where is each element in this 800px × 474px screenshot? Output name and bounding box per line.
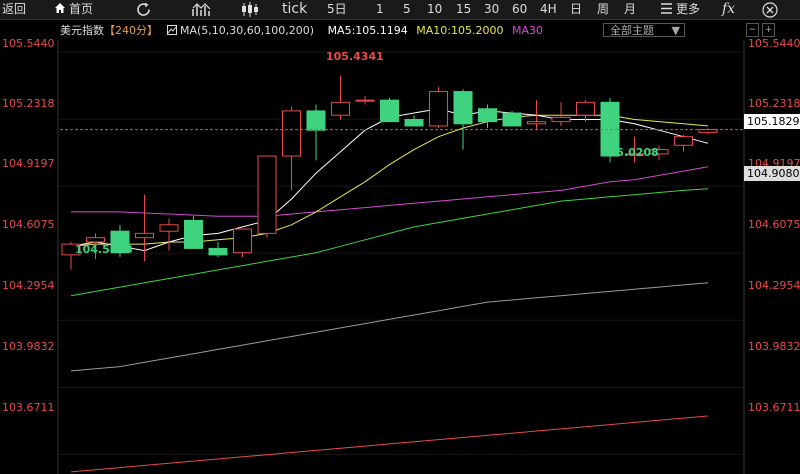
candle-up (135, 232, 154, 239)
more-button[interactable]: 更多 (660, 0, 700, 19)
period-day[interactable]: 日 (570, 0, 582, 19)
instrument-name: 美元指数 (60, 24, 104, 37)
candle-up (355, 99, 375, 102)
candle-up (576, 101, 595, 116)
theme-select[interactable]: 全部主题 ▼ (603, 23, 685, 37)
candle-up (282, 110, 301, 157)
period-5d[interactable]: 5日 (327, 0, 347, 19)
low-annotation-left: 104.5183 (75, 243, 133, 256)
home-label: 首页 (69, 2, 94, 16)
y-label-left: 104.9197 (2, 157, 55, 170)
current-price-tag: 105.1829 (744, 114, 800, 129)
candle-down (478, 108, 497, 123)
candle-down (184, 219, 203, 249)
menu-icon (661, 3, 672, 14)
candle-up (257, 155, 277, 234)
ma30-value: MA30 (512, 24, 544, 37)
kline-chart[interactable] (0, 0, 800, 474)
period-30m[interactable]: 30 (484, 0, 499, 19)
period-60m[interactable]: 60 (512, 0, 527, 19)
ma200-line (70, 415, 709, 473)
zoom-out-button[interactable]: − (746, 23, 759, 37)
theme-select-label: 全部主题 (610, 24, 654, 37)
period-10m[interactable]: 10 (427, 0, 442, 19)
chart-grid (58, 51, 744, 455)
period-1m[interactable]: 1 (376, 0, 384, 19)
ma10-value: MA10:105.2000 (416, 24, 504, 37)
home-button[interactable]: 首页 (54, 0, 93, 19)
period-15m[interactable]: 15 (456, 0, 471, 19)
more-label: 更多 (676, 2, 701, 16)
candle-down (380, 99, 399, 123)
candle-up (331, 101, 350, 116)
period-month[interactable]: 月 (624, 0, 636, 19)
home-icon (55, 3, 65, 13)
period-5m[interactable]: 5 (403, 0, 411, 19)
ma-settings[interactable]: MA(5,10,30,60,100,200) (166, 24, 323, 37)
ma100-line (70, 282, 709, 372)
y-label-right: 105.2318 (748, 97, 800, 110)
y-label-right: 103.6711 (748, 401, 800, 414)
candlesticks (61, 75, 718, 270)
candle-up (233, 228, 252, 254)
candle-down (306, 110, 326, 131)
high-annotation: 105.4341 (326, 50, 384, 63)
indicator-settings-icon (166, 25, 177, 35)
low-annotation-right: 105.0208 (601, 146, 659, 159)
refresh-icon (137, 2, 150, 16)
candle-up (551, 116, 571, 123)
y-label-left: 104.2954 (2, 279, 55, 292)
moving-average-lines (70, 108, 709, 473)
y-label-left: 103.6711 (2, 401, 55, 414)
y-label-right: 104.2954 (748, 279, 800, 292)
ma-value-tag: 104.9080 (744, 166, 800, 181)
candlestick-icon (242, 2, 258, 17)
y-label-left: 105.2318 (2, 97, 55, 110)
candle-down (502, 112, 522, 127)
y-label-left: 105.5440 (2, 37, 55, 50)
toolbar: 返回 首页 tick 5日 1 5 10 15 30 60 4H 日 周 月 更… (0, 0, 800, 20)
candle-down (453, 91, 473, 125)
candle-up (674, 136, 693, 146)
period-tag: 【240分】 (104, 24, 158, 37)
ma5-value: MA5:105.1194 (327, 24, 408, 37)
period-week[interactable]: 周 (597, 0, 609, 19)
close-icon (762, 2, 778, 18)
line-chart-icon (192, 3, 211, 16)
y-label-right: 103.9832 (748, 340, 800, 353)
candle-down (208, 247, 228, 256)
chevron-down-icon: ▼ (671, 24, 680, 37)
y-label-right: 104.6075 (748, 218, 800, 231)
ma30-line (71, 166, 709, 217)
zoom-in-button[interactable]: + (762, 23, 775, 37)
candle-up (86, 237, 105, 243)
y-label-left: 103.9832 (2, 340, 55, 353)
y-label-left: 104.6075 (2, 218, 55, 231)
candle-up (527, 121, 546, 125)
candle-up (159, 224, 179, 232)
candle-down (404, 118, 424, 127)
candle-up (429, 91, 448, 127)
tick-button[interactable]: tick (282, 0, 307, 19)
ma-list: MA(5,10,30,60,100,200) (180, 24, 315, 37)
indicator-info-bar: 美元指数【240分】 MA(5,10,30,60,100,200) MA5:10… (60, 22, 548, 40)
fx-button[interactable]: fx (722, 0, 735, 19)
y-label-right: 105.5440 (748, 37, 800, 50)
period-4h[interactable]: 4H (540, 0, 557, 19)
back-button[interactable]: 返回 (2, 0, 26, 19)
